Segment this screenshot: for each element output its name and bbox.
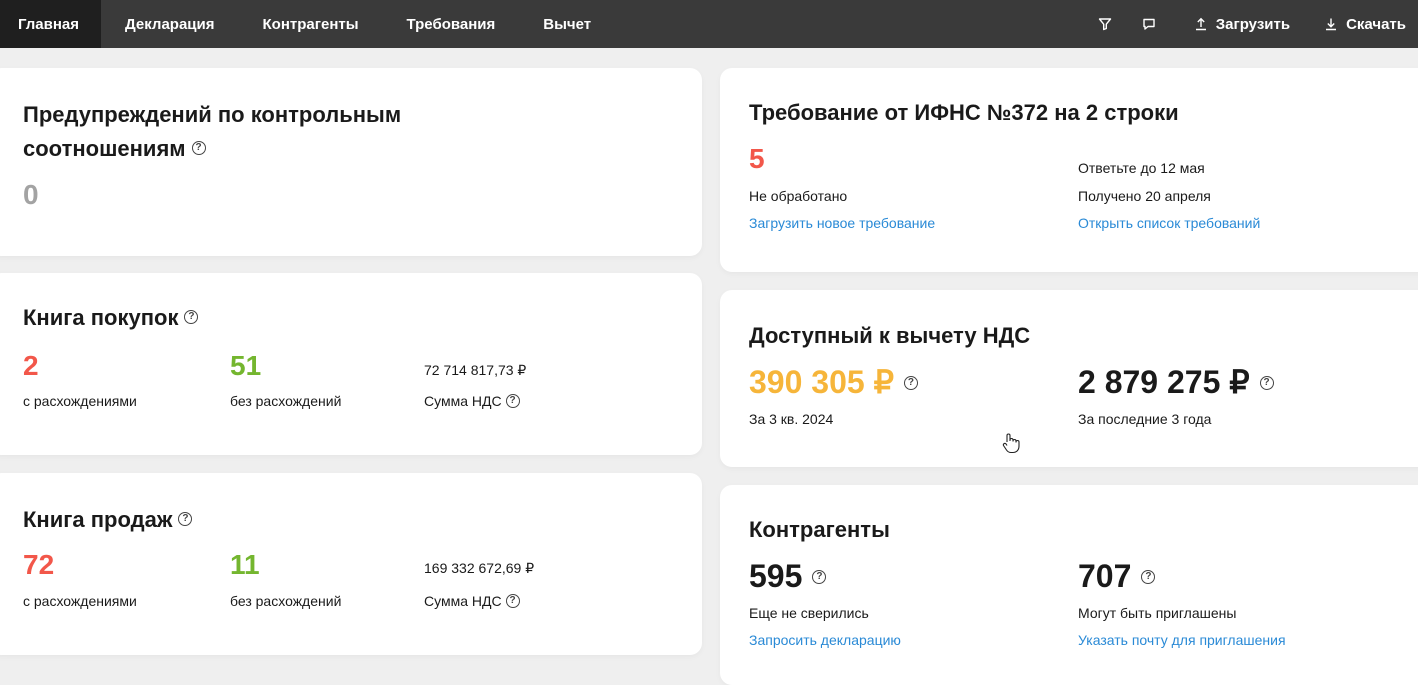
toolbar-actions: Загрузить Скачать xyxy=(1098,0,1418,48)
counterparties-title: Контрагенты xyxy=(749,517,890,542)
requirement-deadline: Ответьте до 12 мая xyxy=(1078,160,1205,176)
deduction-years-value: 2 879 275 ₽? xyxy=(1078,363,1274,401)
sales-vat-sum: 169 332 672,69 ₽ xyxy=(424,560,535,576)
deduction-title: Доступный к вычету НДС xyxy=(749,323,1031,348)
deduction-quarter-label: За 3 кв. 2024 xyxy=(749,411,834,427)
purchases-mismatch-label: с расхождениями xyxy=(23,393,137,409)
requirement-count[interactable]: 5 xyxy=(749,142,765,176)
invitable-count: 707? xyxy=(1078,557,1156,595)
sales-match-count[interactable]: 11 xyxy=(230,548,260,582)
sales-mismatch-count[interactable]: 72 xyxy=(23,548,54,582)
purchases-vat-label-text: Сумма НДС xyxy=(424,393,502,409)
help-icon[interactable]: ? xyxy=(1141,569,1156,584)
tab-deduction[interactable]: Вычет xyxy=(519,0,615,48)
invitable-label: Могут быть приглашены xyxy=(1078,605,1237,621)
help-icon[interactable]: ? xyxy=(505,394,520,409)
sales-mismatch-label: с расхождениями xyxy=(23,593,137,609)
requirement-count-label: Не обработано xyxy=(749,188,848,204)
sales-vat-label: Сумма НДС? xyxy=(424,592,520,610)
purchases-match-count[interactable]: 51 xyxy=(230,349,261,383)
help-icon[interactable]: ? xyxy=(505,594,520,609)
purchases-vat-label: Сумма НДС? xyxy=(424,392,520,410)
purchases-title-text: Книга покупок xyxy=(23,305,179,330)
help-icon[interactable]: ? xyxy=(1259,375,1274,390)
warnings-count: 0 xyxy=(23,179,39,210)
unverified-count: 595? xyxy=(749,557,827,595)
top-nav-bar: Главная Декларация Контрагенты Требовани… xyxy=(0,0,1418,48)
warnings-title: Предупреждений по контрольным соотношени… xyxy=(23,98,401,166)
invitable-count-value: 707 xyxy=(1078,558,1132,594)
purchases-card: Книга покупок? 2 с расхождениями 51 без … xyxy=(0,273,702,455)
help-icon[interactable]: ? xyxy=(184,310,199,325)
sales-vat-label-text: Сумма НДС xyxy=(424,593,502,609)
download-button[interactable]: Скачать xyxy=(1324,16,1406,33)
purchases-mismatch-count[interactable]: 2 xyxy=(23,349,39,383)
sales-title: Книга продаж? xyxy=(23,503,193,537)
download-label: Скачать xyxy=(1346,15,1406,33)
request-declaration-link[interactable]: Запросить декларацию xyxy=(749,631,901,649)
deduction-card: Доступный к вычету НДС 390 305 ₽? За 3 к… xyxy=(720,290,1418,467)
filter-icon xyxy=(1098,18,1111,31)
download-icon xyxy=(1326,18,1337,31)
deduction-years-amount: 2 879 275 ₽ xyxy=(1078,364,1250,400)
help-icon[interactable]: ? xyxy=(812,569,827,584)
tab-requirements[interactable]: Требования xyxy=(383,0,520,48)
upload-button[interactable]: Загрузить xyxy=(1194,16,1290,33)
deduction-years-label: За последние 3 года xyxy=(1078,411,1212,427)
sales-title-text: Книга продаж xyxy=(23,507,173,532)
counterparties-card: Контрагенты 595? Еще не сверились Запрос… xyxy=(720,485,1418,685)
purchases-match-label: без расхождений xyxy=(230,393,342,409)
requirement-title: Требование от ИФНС №372 на 2 строки xyxy=(749,100,1179,125)
sales-card: Книга продаж? 72 с расхождениями 11 без … xyxy=(0,473,702,655)
upload-icon xyxy=(1195,17,1206,31)
unverified-label: Еще не сверились xyxy=(749,605,869,621)
help-icon[interactable]: ? xyxy=(903,375,918,390)
tab-main[interactable]: Главная xyxy=(0,0,102,48)
requirement-card: Требование от ИФНС №372 на 2 строки 5 Не… xyxy=(720,68,1418,272)
sales-match-label: без расхождений xyxy=(230,593,342,609)
deduction-quarter-amount: 390 305 ₽ xyxy=(749,364,894,400)
deduction-quarter-value: 390 305 ₽? xyxy=(749,363,918,401)
upload-requirement-link[interactable]: Загрузить новое требование xyxy=(749,214,935,232)
warnings-title-line2: соотношениям xyxy=(23,136,186,161)
unverified-count-value: 595 xyxy=(749,558,803,594)
requirement-received: Получено 20 апреля xyxy=(1078,188,1211,204)
open-requirements-list-link[interactable]: Открыть список требований xyxy=(1078,214,1260,232)
help-icon[interactable]: ? xyxy=(178,512,193,527)
comment-button[interactable] xyxy=(1142,17,1156,31)
help-icon[interactable]: ? xyxy=(191,141,206,156)
tab-declaration[interactable]: Декларация xyxy=(101,0,238,48)
warnings-card: Предупреждений по контрольным соотношени… xyxy=(0,68,702,256)
upload-label: Загрузить xyxy=(1215,15,1291,33)
hand-cursor-icon xyxy=(1002,433,1020,454)
purchases-title: Книга покупок? xyxy=(23,301,199,335)
filter-button[interactable] xyxy=(1098,17,1112,31)
comment-icon xyxy=(1143,18,1155,30)
invite-email-link[interactable]: Указать почту для приглашения xyxy=(1078,631,1286,649)
purchases-vat-sum: 72 714 817,73 ₽ xyxy=(424,362,527,378)
warnings-title-line1: Предупреждений по контрольным xyxy=(23,102,402,127)
tab-counterparties[interactable]: Контрагенты xyxy=(239,0,383,48)
